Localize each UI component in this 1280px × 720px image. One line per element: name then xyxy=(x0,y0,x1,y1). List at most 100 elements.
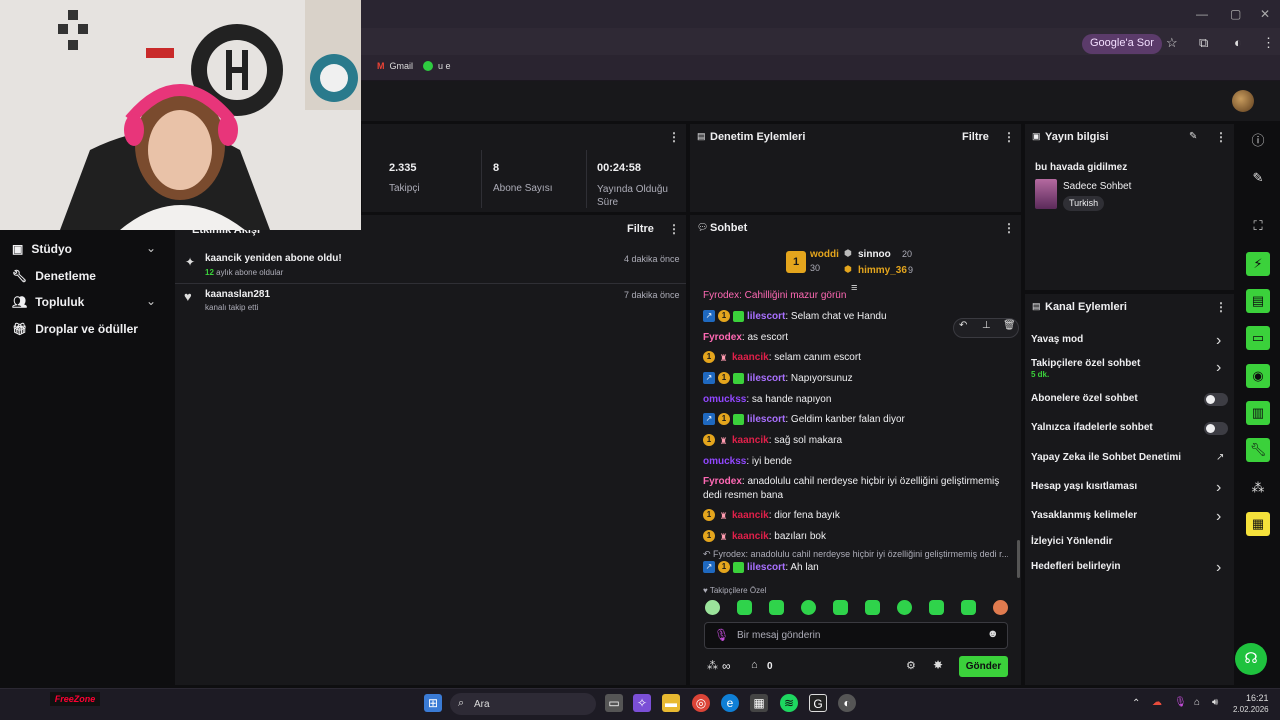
channel-action-item[interactable]: Abonelere özel sohbet xyxy=(1031,393,1138,404)
microphone-icon[interactable]: 🎙︎ xyxy=(714,628,729,642)
chat-username[interactable]: lilescort xyxy=(747,311,785,322)
leader-second-name[interactable]: sinnoo xyxy=(858,249,891,260)
chevron-right-icon[interactable]: › xyxy=(1216,479,1221,497)
app-g-icon[interactable]: G xyxy=(809,694,827,712)
points-icon[interactable]: ⁂ xyxy=(707,659,718,672)
spotify-icon[interactable]: ≋ xyxy=(780,694,798,712)
emote-icon[interactable] xyxy=(897,600,912,615)
emote-icon[interactable] xyxy=(705,600,720,615)
kebab-menu-icon[interactable]: ⋮ xyxy=(1215,300,1227,314)
chat-username[interactable]: kaancik xyxy=(732,510,769,521)
leader-third-name[interactable]: himmy_36 xyxy=(858,265,907,276)
channel-action-item[interactable]: Yapay Zeka ile Sohbet Denetimi xyxy=(1031,452,1181,463)
chat-username[interactable]: kaancik xyxy=(732,352,769,363)
chat-username[interactable]: omuckss xyxy=(703,456,746,467)
edit-pencil-icon[interactable]: ✎ xyxy=(1189,131,1197,142)
ask-google-button[interactable]: Google'a Sor xyxy=(1082,34,1162,54)
channel-action-item[interactable]: Takipçilere özel sohbet 5 dk. xyxy=(1031,358,1140,379)
trash-icon[interactable]: 🗑︎ xyxy=(1003,320,1016,331)
emoji-icon[interactable]: ☻ xyxy=(987,628,999,640)
kebab-menu-icon[interactable]: ⋮ xyxy=(668,130,680,144)
chat-scrollbar[interactable] xyxy=(1017,540,1020,578)
pin-icon[interactable]: ⊥ xyxy=(982,320,991,331)
send-button[interactable]: Gönder xyxy=(959,656,1008,677)
chevron-down-icon[interactable]: ⌄ xyxy=(146,294,156,308)
emote-icon[interactable] xyxy=(801,600,816,615)
fullscreen-icon[interactable]: ⛶ xyxy=(1246,214,1270,238)
emote-icon[interactable] xyxy=(993,600,1008,615)
freezone-logo[interactable]: FreeZone xyxy=(50,692,100,706)
chrome-icon[interactable]: ◎ xyxy=(692,694,710,712)
tray-mic-icon[interactable]: 🎙︎ xyxy=(1174,697,1187,708)
edge-icon[interactable]: e xyxy=(721,694,739,712)
bookmark-gmail[interactable]: M Gmail xyxy=(377,61,413,71)
taskbar-search[interactable] xyxy=(450,693,596,715)
stream-tag[interactable]: Turkish xyxy=(1063,196,1105,211)
copilot-icon[interactable]: ✧ xyxy=(633,694,651,712)
emote-icon[interactable] xyxy=(961,600,976,615)
extensions-icon[interactable]: ⧉ xyxy=(1199,35,1208,51)
maximize-icon[interactable]: ▢ xyxy=(1230,7,1241,21)
nav-item-moderation[interactable]: 🔧︎ Denetleme xyxy=(12,269,96,283)
emote-icon[interactable] xyxy=(833,600,848,615)
moderation-filter-button[interactable]: Filtre xyxy=(962,131,989,143)
channel-action-item[interactable]: Yasaklanmış kelimeler xyxy=(1031,510,1137,521)
volume-icon[interactable]: 🔊︎ xyxy=(1212,697,1218,708)
chat-rail-icon[interactable]: ▭ xyxy=(1246,326,1270,350)
toggle-switch[interactable] xyxy=(1204,422,1228,435)
task-view-icon[interactable]: ▭ xyxy=(605,694,623,712)
app-icon[interactable]: ◐ xyxy=(838,694,856,712)
chevron-right-icon[interactable]: › xyxy=(1216,559,1221,577)
minimize-icon[interactable]: — xyxy=(1196,7,1208,21)
bookmark-ue[interactable]: u e xyxy=(423,61,451,71)
info-circle-icon[interactable]: ⓘ xyxy=(1246,129,1270,153)
chevron-down-icon[interactable]: ⌄ xyxy=(146,241,156,255)
avatar[interactable] xyxy=(1232,90,1254,112)
stream-category[interactable]: Sadece Sohbet xyxy=(1063,181,1131,192)
kebab-menu-icon[interactable]: ⋮ xyxy=(1003,221,1015,235)
chat-username[interactable]: lilescort xyxy=(747,373,785,384)
channel-action-item[interactable]: Hesap yaşı kısıtlaması xyxy=(1031,481,1137,492)
chat-username[interactable]: kaancik xyxy=(732,531,769,542)
clock-date[interactable]: 2.02.2026 xyxy=(1233,705,1269,714)
nav-item-drops[interactable]: 🎁︎ Droplar ve ödüller xyxy=(12,322,138,336)
community-rail-icon[interactable]: ⁂ xyxy=(1246,476,1270,500)
lightning-icon[interactable]: ⚡︎ xyxy=(1246,252,1270,276)
profile-icon[interactable]: ◐ xyxy=(1234,35,1242,50)
nav-item-community[interactable]: 👥︎ Topluluk xyxy=(12,295,84,309)
kebab-menu-icon[interactable]: ⋮ xyxy=(1003,130,1015,144)
emote-icon[interactable] xyxy=(769,600,784,615)
browser-menu-icon[interactable]: ⋮ xyxy=(1262,35,1275,51)
bookmark-star-icon[interactable]: ☆ xyxy=(1166,35,1178,51)
emote-icon[interactable] xyxy=(929,600,944,615)
channel-action-item[interactable]: Hedefleri belirleyin xyxy=(1031,561,1120,572)
emote-icon[interactable] xyxy=(865,600,880,615)
store-icon[interactable]: ⌂ xyxy=(751,659,758,671)
layers-icon[interactable]: ▥ xyxy=(1246,401,1270,425)
emote-icon[interactable] xyxy=(737,600,752,615)
nav-item-studio[interactable]: ▣ Stüdyo xyxy=(12,242,72,256)
gear-icon[interactable]: ⚙ xyxy=(906,659,916,672)
tray-chevron-icon[interactable]: ⌃ xyxy=(1132,698,1140,709)
chat-username[interactable]: omuckss xyxy=(703,394,746,405)
close-window-icon[interactable]: ✕ xyxy=(1260,7,1270,21)
chat-username[interactable]: kaancik xyxy=(732,435,769,446)
network-icon[interactable]: ⌂ xyxy=(1194,697,1200,708)
chevron-right-icon[interactable]: › xyxy=(1216,508,1221,526)
file-explorer-icon[interactable]: ▬ xyxy=(662,694,680,712)
chevron-right-icon[interactable]: › xyxy=(1216,332,1221,350)
chevron-right-icon[interactable]: › xyxy=(1216,359,1221,377)
chat-username[interactable]: Fyrodex xyxy=(703,476,742,487)
support-headset-icon[interactable]: ☊ xyxy=(1235,643,1267,675)
channel-action-item[interactable]: Yalnızca ifadelerle sohbet xyxy=(1031,422,1153,433)
leader-first-name[interactable]: woddi xyxy=(810,249,839,260)
store-app-icon[interactable]: ▦ xyxy=(750,694,768,712)
clock-time[interactable]: 16:21 xyxy=(1246,693,1269,703)
reply-icon[interactable]: ↶ xyxy=(959,320,967,331)
channel-action-item[interactable]: İzleyici Yönlendir xyxy=(1031,536,1113,547)
wrench-rail-icon[interactable]: 🔧︎ xyxy=(1246,438,1270,462)
pencil-icon[interactable]: ✎ xyxy=(1246,166,1270,190)
clapper-icon[interactable]: ▦ xyxy=(1246,512,1270,536)
chat-username[interactable]: Fyrodex xyxy=(703,332,742,343)
broadcast-icon[interactable]: ◉ xyxy=(1246,364,1270,388)
